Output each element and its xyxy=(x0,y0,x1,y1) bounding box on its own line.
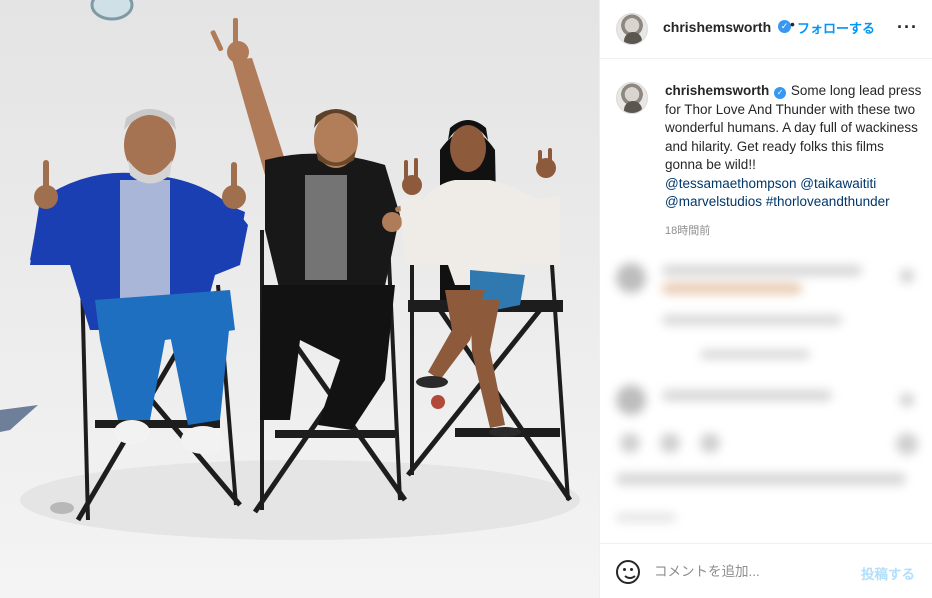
hashtag-link[interactable]: #thorloveandthunder xyxy=(766,194,890,209)
person-middle xyxy=(210,18,417,514)
verified-badge-icon: ✓ xyxy=(774,87,787,99)
avatar[interactable] xyxy=(616,13,648,45)
caption-avatar[interactable] xyxy=(616,82,648,114)
comment-composer: 投稿する xyxy=(600,543,932,598)
comments-list-blurred xyxy=(600,255,932,540)
caption-text-block: chrishemsworth ✓ Some long lead press fo… xyxy=(665,82,925,212)
post-header: chrishemsworth ✓ • フォローする ··· xyxy=(600,0,932,59)
comment-input[interactable] xyxy=(654,561,844,581)
more-options-icon[interactable]: ··· xyxy=(897,18,918,36)
post-image[interactable] xyxy=(0,0,599,598)
separator-dot: • xyxy=(790,16,795,32)
mention-link[interactable]: @tessamaethompson xyxy=(665,176,797,191)
post-photo-illustration xyxy=(0,0,580,540)
post-timestamp[interactable]: 18時間前 xyxy=(665,222,710,238)
mention-link[interactable]: @taikawaititi xyxy=(800,176,876,191)
follow-button[interactable]: フォローする xyxy=(797,18,875,37)
caption-username[interactable]: chrishemsworth xyxy=(665,83,769,98)
post-comment-button[interactable]: 投稿する xyxy=(861,563,915,583)
person-left xyxy=(30,109,248,522)
header-username[interactable]: chrishemsworth xyxy=(663,19,771,35)
mention-link[interactable]: @marvelstudios xyxy=(665,194,762,209)
person-right xyxy=(400,120,573,502)
emoji-smile-icon[interactable] xyxy=(616,560,640,584)
post-sidebar: chrishemsworth ✓ • フォローする ··· chrishemsw… xyxy=(599,0,932,598)
